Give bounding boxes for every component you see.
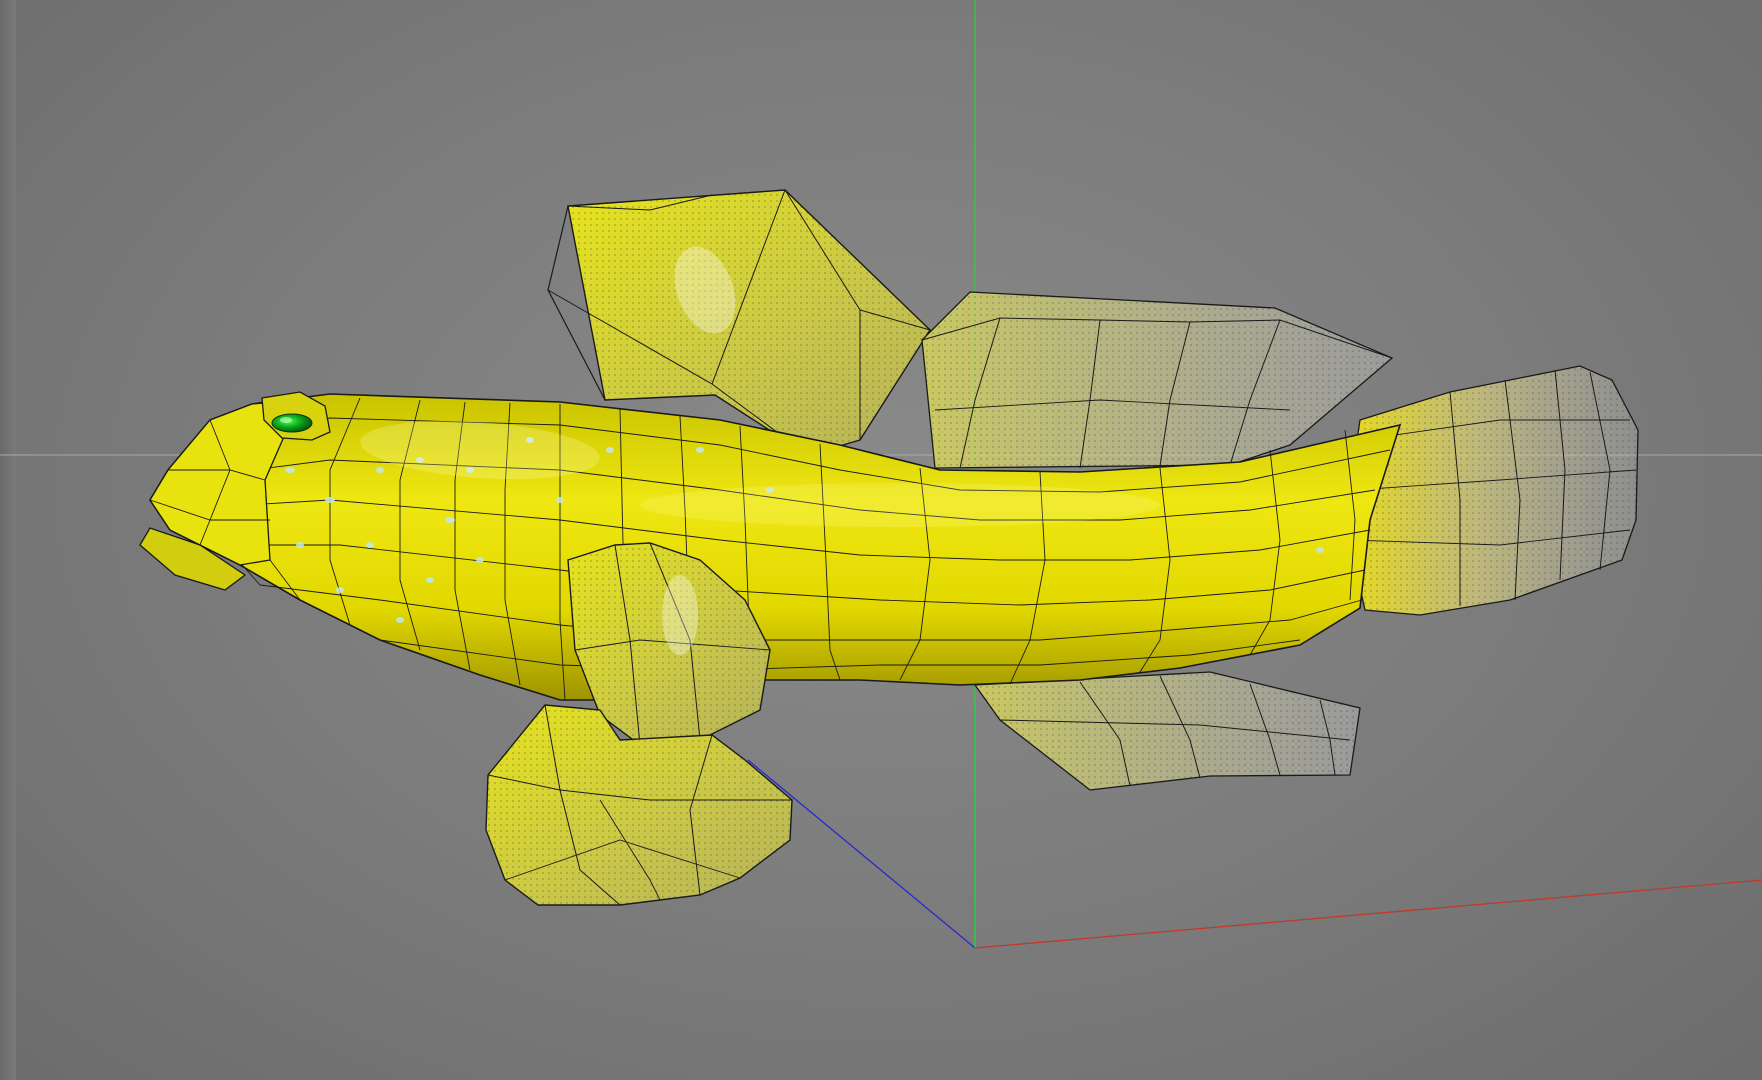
scene-canvas[interactable] [0, 0, 1762, 1080]
3d-viewport[interactable] [0, 0, 1762, 1080]
anal-fin[interactable] [973, 671, 1361, 791]
z-axis-line [747, 759, 976, 949]
dorsal-fin-rear[interactable] [921, 291, 1394, 469]
tail-fin[interactable] [1344, 365, 1639, 616]
x-axis-line [974, 879, 1762, 949]
